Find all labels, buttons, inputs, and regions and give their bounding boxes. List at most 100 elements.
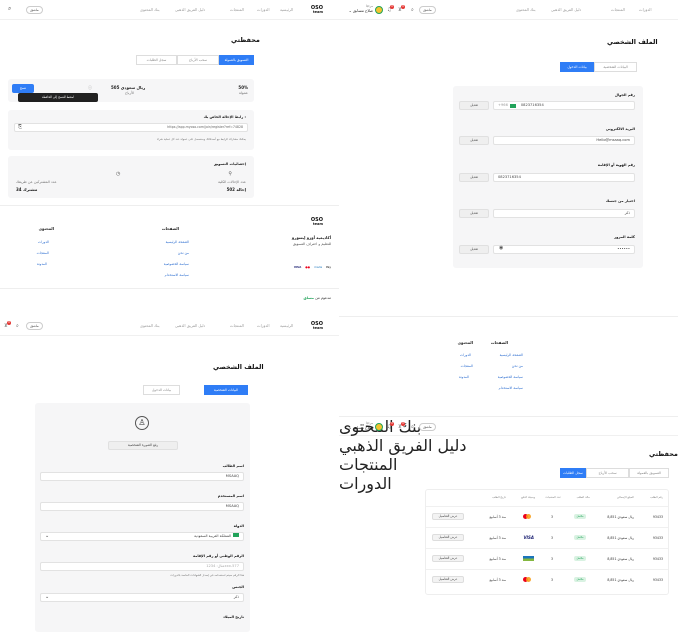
nav-link-courses[interactable]: الدورات [639, 7, 652, 12]
referral-url-field[interactable]: https://app.myoso.com/join/register?ref=… [14, 123, 248, 132]
footer-link-terms[interactable]: سياسة الاستخدام [165, 273, 189, 277]
gender-field[interactable]: ذكر [493, 209, 635, 218]
edit-gender-button[interactable]: تعديل [459, 209, 489, 218]
tab-login-data[interactable]: بيانات الدخول [560, 62, 594, 72]
mastercard-icon: ●● [305, 265, 311, 269]
national-id-field[interactable]: مثال: 1234xxx-577 [40, 562, 244, 571]
view-details-button[interactable]: عرض التفاصيل [432, 555, 464, 562]
view-details-button[interactable]: عرض التفاصيل [432, 576, 464, 583]
user-menu[interactable]: مرحبًا ⌄ صلاح مسابق [347, 421, 373, 430]
phone-field[interactable]: +966 0823716354 [493, 101, 635, 110]
login-button[interactable]: ماشق [26, 322, 43, 330]
password-label: كلمة المرور [614, 235, 635, 239]
search-icon[interactable]: ⌕ [411, 7, 414, 13]
eye-icon[interactable]: ◉ [499, 245, 503, 251]
nav-link-courses[interactable]: الدورات [257, 323, 270, 328]
header-date: تاريخ الطلب [491, 495, 506, 499]
avatar[interactable] [375, 6, 383, 14]
footer-link-courses[interactable]: الدورات [38, 240, 49, 244]
id-field[interactable]: 0823716354 [493, 173, 635, 182]
tab-withdraw[interactable]: سحب الأرباح [586, 468, 629, 478]
nav-link-team-guide[interactable]: دليل الفريق الذهبي [551, 7, 581, 12]
search-icon[interactable]: ⌕ [8, 6, 11, 12]
personal-form: ♙ رفع الصورة الشخصية اسم الطالب MSAAQ اس… [35, 403, 250, 632]
nav-link-content-bank[interactable]: بنك المحتوى [140, 7, 160, 12]
tab-withdraw[interactable]: سحب الأرباح [177, 55, 219, 65]
footer-link-terms[interactable]: سياسة الاستخدام [499, 386, 523, 390]
username-field[interactable]: MSAAQ [40, 502, 244, 511]
saudi-flag-icon [233, 533, 239, 537]
tab-affiliate[interactable]: التسويق بالعمولة [219, 55, 254, 65]
login-form: رقم الجوال +966 0823716354 تعديل البريد ا… [453, 86, 643, 268]
table-row: 93433 8,851 ريال سعودي مكتمل 3 VISA منذ … [426, 527, 668, 548]
copy-button[interactable]: نسخ [12, 84, 34, 93]
tab-orders[interactable]: سجل الطلبات [136, 55, 177, 65]
footer-link-home[interactable]: الصفحة الرئيسية [166, 240, 189, 244]
id-label: رقم الهوية أو الإقامة [597, 163, 635, 167]
footer-link-products[interactable]: المنتجات [37, 251, 49, 255]
student-name-field[interactable]: MSAAQ [40, 472, 244, 481]
tab-login-data[interactable]: بيانات الدخول [143, 385, 180, 395]
footer-link-privacy[interactable]: سياسة الخصوصية [164, 262, 189, 266]
edit-password-button[interactable]: تعديل [459, 245, 489, 254]
brand-logo[interactable]: OSO team [303, 322, 323, 331]
login-button[interactable]: ماشق [419, 423, 436, 431]
top-nav: مرحبًا ⌄ صلاح مسابق ♫ 0 ⊻ 0 ⌕ ماشق بنك ا… [339, 416, 678, 493]
footer-link-home[interactable]: الصفحة الرئيسية [500, 353, 523, 357]
footer-link-about[interactable]: من نحن [512, 364, 523, 368]
nav-link-team-guide[interactable]: دليل الفريق الذهبي [175, 7, 205, 12]
nav-link-products[interactable]: المنتجات [230, 323, 244, 328]
powered-brand[interactable]: مساق [304, 296, 314, 300]
nav-link-team-guide[interactable]: دليل الفريق الذهبي [339, 436, 678, 455]
tab-affiliate[interactable]: التسويق بالعمولة [629, 468, 669, 478]
user-menu[interactable]: مرحبًا ⌄ صلاح مسابق [347, 4, 373, 13]
cart-badge: 0 [401, 5, 405, 9]
tab-personal-data[interactable]: البيانات الشخصية [204, 385, 248, 395]
order-amount: 8,851 ريال سعودي [607, 578, 634, 582]
order-amount: 8,851 ريال سعودي [607, 515, 634, 519]
footer-link-about[interactable]: من نحن [178, 251, 189, 255]
avatar[interactable] [375, 423, 383, 431]
password-field[interactable]: •••••• [493, 245, 635, 254]
footer-link-products[interactable]: المنتجات [461, 364, 473, 368]
search-icon[interactable]: ⌕ [16, 323, 19, 329]
nav-link-home[interactable]: الرئيسية [280, 7, 293, 12]
view-details-button[interactable]: عرض التفاصيل [432, 513, 464, 520]
login-button[interactable]: ماشق [419, 6, 436, 14]
order-count: 3 [550, 536, 553, 540]
status-badge: مكتمل [574, 535, 586, 540]
tab-personal-data[interactable]: البيانات الشخصية [594, 62, 637, 72]
referral-card: رابط الإحالة الخاص بك : https://app.myos… [8, 110, 254, 150]
nav-link-courses[interactable]: الدورات [257, 7, 270, 12]
nav-link-home[interactable]: الرئيسية [280, 323, 293, 328]
header-status: حالة الطلب [576, 495, 590, 499]
stat-subscribers-label: عدد المشتركين عن طريقك [16, 180, 57, 184]
nav-link-team-guide[interactable]: دليل الفريق الذهبي [175, 323, 205, 328]
order-amount: 8,851 ريال سعودي [607, 557, 634, 561]
email-field[interactable]: Hello@msaaq.com [493, 136, 635, 145]
copy-link-icon[interactable]: ⎘ [18, 124, 22, 130]
edit-id-button[interactable]: تعديل [459, 173, 489, 182]
order-id: 93433 [652, 515, 663, 519]
edit-phone-button[interactable]: تعديل [459, 101, 489, 110]
country-select[interactable]: ⌄ المملكة العربية السعودية [40, 532, 244, 541]
nav-link-content-bank[interactable]: بنك المحتوى [516, 7, 536, 12]
nav-link-products[interactable]: المنتجات [230, 7, 244, 12]
footer-logo[interactable]: OSO team [303, 218, 323, 227]
info-icon[interactable]: ⓘ [88, 85, 92, 91]
nav-link-products[interactable]: المنتجات [611, 7, 625, 12]
footer-link-courses[interactable]: الدورات [460, 353, 471, 357]
brand-logo[interactable]: OSO team [303, 6, 323, 15]
edit-email-button[interactable]: تعديل [459, 136, 489, 145]
gender-select[interactable]: ⌄ ذكر [40, 593, 244, 602]
footer-link-privacy[interactable]: سياسة الخصوصية [498, 375, 523, 379]
search-icon[interactable]: ⌕ [411, 424, 414, 430]
login-button[interactable]: ماشق [26, 6, 43, 14]
nav-link-content-bank[interactable]: بنك المحتوى [140, 323, 160, 328]
upload-photo-button[interactable]: رفع الصورة الشخصية [108, 441, 178, 450]
tab-orders[interactable]: سجل الطلبات [560, 468, 586, 478]
email-label: البريد الالكتروني [605, 127, 635, 131]
footer-link-blog[interactable]: المدونة [459, 375, 469, 379]
view-details-button[interactable]: عرض التفاصيل [432, 534, 464, 541]
footer-link-blog[interactable]: المدونة [37, 262, 47, 266]
